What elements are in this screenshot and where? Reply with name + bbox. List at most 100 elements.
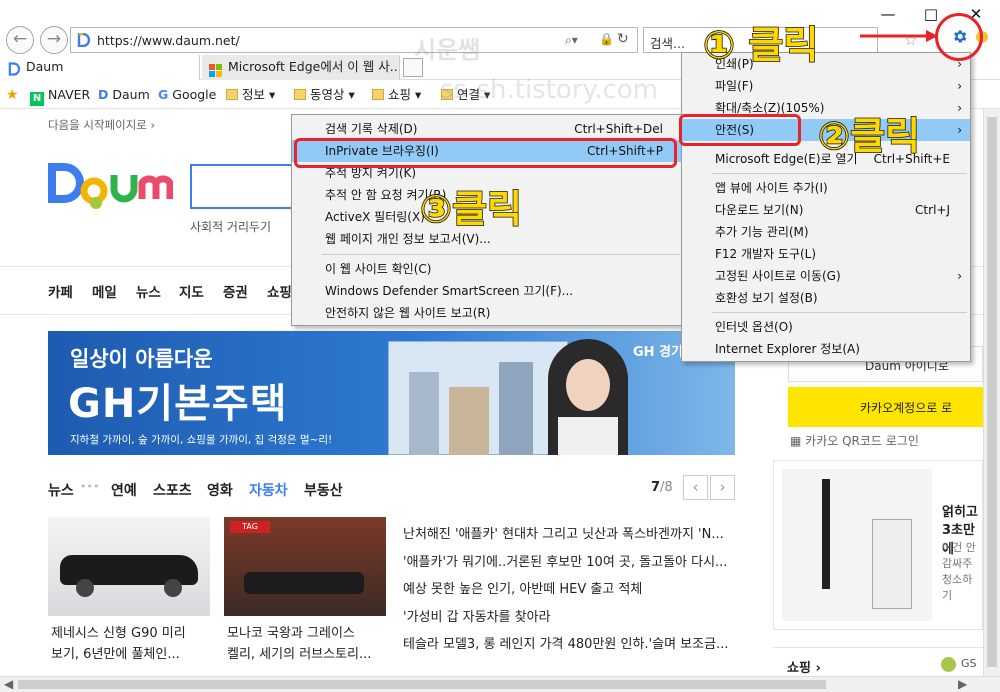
scroll-right-icon[interactable]: ▶: [958, 677, 967, 691]
folder-icon: [294, 89, 306, 100]
news-tab-realestate[interactable]: 부동산: [304, 480, 343, 500]
menu-about-ie[interactable]: Internet Explorer 정보(A): [682, 338, 970, 360]
fav-folder-shopping[interactable]: 쇼핑 ▾: [372, 85, 421, 105]
search-dropdown-icon[interactable]: ⌕▾: [565, 33, 578, 48]
kakao-login-button[interactable]: 카카오계정으로 로: [788, 387, 983, 427]
address-bar[interactable]: https://www.daum.net/ ⌕▾ 🔒 ↻: [70, 27, 638, 53]
news-next-button[interactable]: ›: [710, 475, 735, 500]
url-text[interactable]: https://www.daum.net/: [97, 33, 240, 48]
nav-cafe[interactable]: 카페: [48, 281, 73, 301]
headline-3[interactable]: 예상 못한 높은 인기, 아반떼 HEV 출고 적체: [403, 578, 642, 597]
menu-separator: [712, 173, 967, 174]
news-prev-button[interactable]: ‹: [683, 475, 708, 500]
fav-google[interactable]: G Google: [158, 85, 216, 105]
news-thumb-monaco[interactable]: TAG: [224, 517, 386, 616]
menu-internet-options[interactable]: 인터넷 옵션(O): [682, 316, 970, 338]
forward-button[interactable]: →: [40, 26, 68, 54]
forward-arrow-icon: →: [46, 29, 62, 49]
lock-icon[interactable]: 🔒: [599, 32, 614, 46]
page-current: 7: [651, 480, 661, 495]
nav-news[interactable]: 뉴스: [136, 281, 161, 301]
menu-compat-view[interactable]: 호환성 보기 설정(B): [682, 287, 970, 309]
tab-daum[interactable]: Daum: [0, 55, 200, 80]
news-tab-car[interactable]: 자동차: [249, 480, 288, 500]
fav-folder-video[interactable]: 동영상 ▾: [294, 85, 355, 105]
building-shape: [499, 362, 533, 455]
news-tab-movie[interactable]: 영화: [207, 480, 233, 500]
watermark-name: 시운쌤: [414, 36, 481, 64]
fav-label: 정보 ▾: [242, 87, 276, 102]
gh-ad-banner[interactable]: 일상이 아름다운 GH기본주택 지하철 가까이, 숲 가까이, 쇼핑몰 가까이,…: [48, 331, 735, 455]
caption-line: 켈리, 세기의 러브스토리...: [227, 647, 372, 662]
vertical-scrollbar[interactable]: [983, 109, 1000, 676]
nav-map[interactable]: 지도: [179, 281, 204, 301]
news-thumb-car[interactable]: [48, 517, 210, 616]
headline-2[interactable]: '애플카'가 뭐기에..거론된 후보만 10여 곳, 돌고돌아 다시...: [403, 551, 727, 570]
ad-line: 감싸주: [942, 557, 973, 570]
minimize-button[interactable]: —: [874, 4, 902, 24]
daum-search-input[interactable]: [190, 164, 300, 209]
kakao-qr-login[interactable]: ▦ 카카오 QR코드 로그인: [790, 432, 919, 449]
thumb-caption-1[interactable]: 제네시스 신형 G90 미리 보기, 6년만에 풀체인...: [51, 623, 211, 665]
gs-label: GS: [961, 657, 977, 670]
shirt-shape: [558, 417, 618, 455]
news-tab-news[interactable]: 뉴스: [48, 480, 74, 500]
daum-logo[interactable]: [48, 161, 174, 211]
menu-dev-tools[interactable]: F12 개발자 도구(L): [682, 243, 970, 265]
ad-line: 청소하기: [942, 573, 973, 602]
menu-separator: [712, 312, 967, 313]
menu-check-website[interactable]: 이 웹 사이트 확인(C): [292, 258, 683, 280]
menu-add-app-view[interactable]: 앱 뷰에 사이트 추가(I): [682, 177, 970, 199]
headline-4[interactable]: '가성비 갑 자동차를 찾아라: [403, 606, 551, 625]
scroll-thumb-h[interactable]: [18, 680, 826, 689]
tab-label: Daum: [26, 59, 64, 74]
menu-pinned-sites[interactable]: 고정된 사이트로 이동(G) ›: [682, 265, 970, 287]
cable-shape: [822, 479, 830, 589]
shopping-link[interactable]: 쇼핑 ›: [787, 657, 821, 676]
annotation-box-inprivate: [294, 138, 677, 168]
browser-window: — □ ✕ ← → https://www.daum.net/ ⌕▾ 🔒 ↻ 검…: [0, 0, 1000, 692]
menu-delete-history[interactable]: 검색 기록 삭제(D) Ctrl+Shift+Del: [292, 118, 683, 140]
daum-small-icon: D: [98, 87, 109, 102]
news-tab-entertainment[interactable]: 연예: [111, 480, 137, 500]
fav-label: 쇼핑 ▾: [388, 87, 422, 102]
menu-manage-addons[interactable]: 추가 기능 관리(M): [682, 221, 970, 243]
nav-stock[interactable]: 증권: [223, 281, 248, 301]
menu-view-downloads[interactable]: 다운로드 보기(N) Ctrl+J: [682, 199, 970, 221]
headline-5[interactable]: 테슬라 모델3, 롱 레인지 가격 480만원 인하.'슬며 보조금...: [403, 633, 728, 652]
back-button[interactable]: ←: [6, 26, 34, 54]
scroll-thumb[interactable]: [987, 117, 997, 667]
fav-label: 동영상 ▾: [310, 87, 355, 102]
scroll-left-icon[interactable]: ◀: [4, 677, 13, 691]
right-ad-box[interactable]: 얽히고 3초만에 이건 안 감싸주 청소하기: [773, 460, 983, 630]
nav-mail[interactable]: 메일: [92, 281, 117, 301]
menu-report-unsafe[interactable]: 안전하지 않은 웹 사이트 보고(R): [292, 302, 683, 324]
menu-file[interactable]: 파일(F) ›: [682, 75, 970, 97]
annotation-ring-gear: [935, 13, 983, 61]
fav-label: Daum: [112, 87, 150, 102]
news-tab-sports[interactable]: 스포츠: [153, 480, 192, 500]
favorites-add-icon[interactable]: ★: [6, 85, 19, 105]
fav-folder-info[interactable]: 정보 ▾: [226, 85, 275, 105]
gs-logo-icon: [941, 657, 956, 672]
fav-daum[interactable]: D Daum: [98, 85, 150, 105]
qr-icon: ▦: [790, 434, 806, 448]
social-distance-link[interactable]: 사회적 거리두기: [190, 218, 271, 235]
fav-label: NAVER: [48, 87, 91, 102]
nav-shopping[interactable]: 쇼핑: [267, 281, 292, 301]
set-start-page-link[interactable]: 다음을 시작페이지로 ›: [48, 117, 155, 133]
banner-line1: 일상이 아름다운: [70, 347, 213, 371]
refresh-icon[interactable]: ↻: [617, 31, 629, 47]
thumb-caption-2[interactable]: 모나코 국왕과 그레이스 켈리, 세기의 러브스토리...: [227, 623, 387, 665]
fav-naver[interactable]: N NAVER: [30, 85, 91, 106]
horizontal-scrollbar[interactable]: ◀ ▶: [0, 676, 1000, 692]
banner-line3: 지하철 가까이, 숲 가까이, 쇼핑몰 가까이, 집 걱정은 멀~리!: [70, 434, 333, 446]
tab-label: Microsoft Edge에서 이 웹 사...: [228, 59, 400, 74]
banner-line2: GH기본주택: [68, 381, 288, 427]
menu-smartscreen[interactable]: Windows Defender SmartScreen 끄기(F)...: [292, 280, 683, 302]
pc-case-shape: [872, 519, 912, 609]
headline-1[interactable]: 난처해진 '애플카' 현대차 그리고 닛산과 폭스바겐까지 'N...: [403, 523, 724, 542]
folder-icon: [372, 89, 384, 100]
ad-title: 얽히고: [942, 505, 978, 520]
tab-edge[interactable]: Microsoft Edge에서 이 웹 사...: [202, 55, 400, 80]
